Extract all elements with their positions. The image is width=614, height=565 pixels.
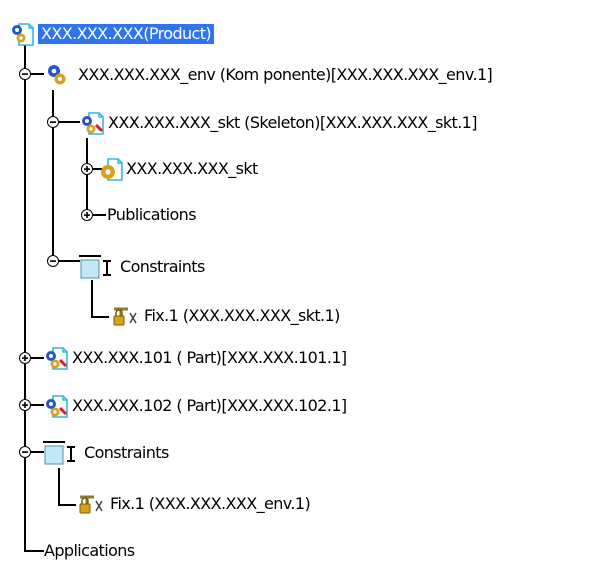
- tree-node-label[interactable]: XXX.XXX.102 ( Part)[XXX.XXX.102.1]: [72, 396, 347, 416]
- tree-node-label[interactable]: XXX.XXX.XXX_skt (Skeleton)[XXX.XXX.XXX_s…: [108, 113, 478, 133]
- expand-toggle[interactable]: [19, 352, 31, 364]
- specification-tree: XXX.XXX.XXX(Product) XXX.XXX.XXX_env (Ko…: [0, 0, 614, 560]
- fix-constraint-icon: [76, 491, 108, 517]
- tree-line: [86, 138, 88, 216]
- collapse-toggle[interactable]: [19, 68, 31, 80]
- tree-node-fix-constraint[interactable]: Fix.1 (XXX.XXX.XXX_skt.1): [110, 302, 340, 330]
- tree-node-label[interactable]: Publications: [107, 205, 197, 225]
- tree-node-applications[interactable]: Applications: [44, 537, 135, 565]
- tree-line: [24, 40, 26, 552]
- part-icon: [80, 110, 106, 136]
- tree-node-label[interactable]: Fix.1 (XXX.XXX.XXX_skt.1): [144, 306, 340, 326]
- tree-line: [58, 468, 60, 506]
- tree-node-label[interactable]: Constraints: [84, 443, 169, 463]
- tree-line: [58, 504, 76, 506]
- constraints-icon: [78, 254, 118, 280]
- tree-node-label[interactable]: Applications: [44, 541, 135, 561]
- tree-node-skeleton[interactable]: XXX.XXX.XXX_skt (Skeleton)[XXX.XXX.XXX_s…: [80, 109, 478, 137]
- tree-node-constraints[interactable]: Constraints: [78, 253, 205, 281]
- tree-node-label[interactable]: XXX.XXX.XXX_env (Kom ponente)[XXX.XXX.XX…: [78, 65, 493, 85]
- component-icon: [44, 62, 70, 88]
- tree-node-fix-constraint[interactable]: Fix.1 (XXX.XXX.XXX_env.1): [76, 490, 311, 518]
- tree-node-label[interactable]: XXX.XXX.XXX_skt: [126, 159, 258, 179]
- constraints-icon: [42, 440, 82, 466]
- tree-node-label[interactable]: Constraints: [120, 257, 205, 277]
- tree-line: [91, 316, 109, 318]
- part-icon: [44, 393, 70, 419]
- tree-node-label[interactable]: Fix.1 (XXX.XXX.XXX_env.1): [110, 494, 311, 514]
- collapse-toggle[interactable]: [47, 116, 59, 128]
- tree-node-part-102[interactable]: XXX.XXX.102 ( Part)[XXX.XXX.102.1]: [44, 392, 347, 420]
- tree-node-label[interactable]: XXX.XXX.101 ( Part)[XXX.XXX.101.1]: [72, 348, 347, 368]
- part-body-icon: [98, 156, 124, 182]
- tree-node-publications[interactable]: Publications: [107, 201, 197, 229]
- tree-node-root[interactable]: XXX.XXX.XXX(Product): [10, 20, 215, 48]
- expand-toggle[interactable]: [19, 399, 31, 411]
- product-icon: [10, 21, 36, 47]
- collapse-toggle[interactable]: [19, 446, 31, 458]
- part-icon: [44, 345, 70, 371]
- collapse-toggle[interactable]: [47, 255, 59, 267]
- expand-toggle[interactable]: [81, 209, 93, 221]
- tree-node-label[interactable]: XXX.XXX.XXX(Product): [38, 24, 215, 44]
- tree-node-part-101[interactable]: XXX.XXX.101 ( Part)[XXX.XXX.101.1]: [44, 344, 347, 372]
- tree-node-env-component[interactable]: XXX.XXX.XXX_env (Kom ponente)[XXX.XXX.XX…: [44, 61, 493, 89]
- tree-line: [91, 280, 93, 318]
- tree-node-skeleton-body[interactable]: XXX.XXX.XXX_skt: [98, 155, 258, 183]
- expand-toggle[interactable]: [81, 163, 93, 175]
- fix-constraint-icon: [110, 303, 142, 329]
- tree-line: [24, 550, 44, 552]
- tree-node-constraints[interactable]: Constraints: [42, 439, 169, 467]
